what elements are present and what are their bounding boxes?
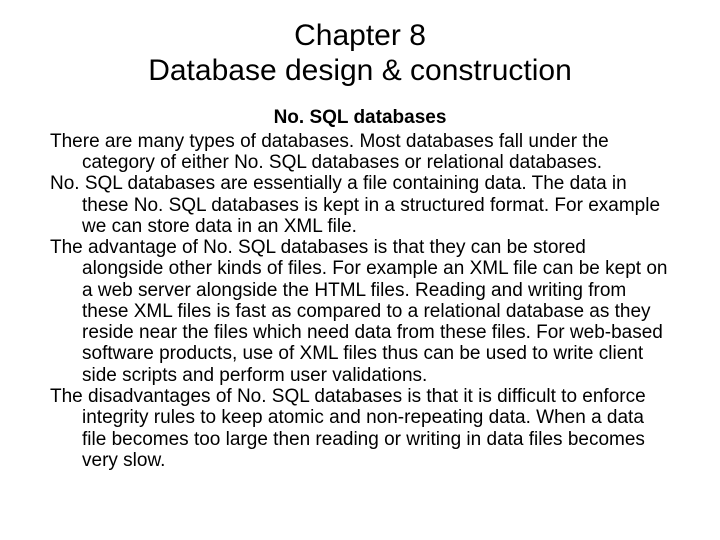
paragraph: There are many types of databases. Most … xyxy=(50,131,670,174)
title-line-2: Database design & construction xyxy=(50,53,670,88)
title-line-1: Chapter 8 xyxy=(50,18,670,53)
paragraph: The advantage of No. SQL databases is th… xyxy=(50,237,670,386)
paragraph: The disadvantages of No. SQL databases i… xyxy=(50,386,670,471)
title-block: Chapter 8 Database design & construction xyxy=(50,18,670,89)
paragraph: No. SQL databases are essentially a file… xyxy=(50,173,670,237)
slide: Chapter 8 Database design & construction… xyxy=(0,0,720,540)
body-text: There are many types of databases. Most … xyxy=(50,131,670,471)
section-subheading: No. SQL databases xyxy=(50,107,670,129)
